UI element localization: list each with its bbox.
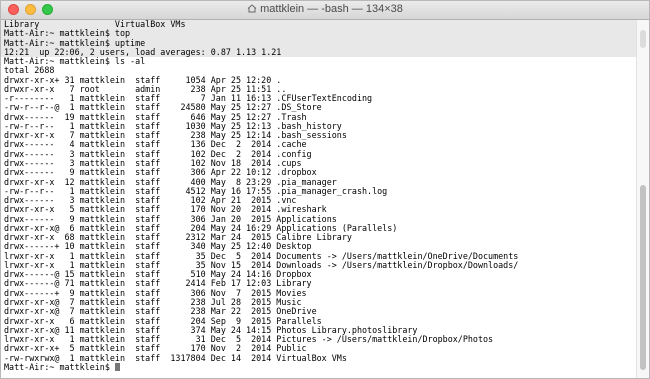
prompt-line[interactable]: Matt-Air:~ mattklein$	[1, 361, 639, 372]
terminal-output[interactable]: Library VirtualBox VMs Matt-Air:~ mattkl…	[1, 19, 639, 378]
window-title-container: mattklein — -bash — 134×38	[1, 3, 649, 16]
terminal-window: mattklein — -bash — 134×38 Library Virtu…	[0, 0, 650, 379]
window-title: mattklein — -bash — 134×38	[260, 3, 403, 15]
scrollbar-thumb[interactable]	[640, 185, 646, 370]
home-icon	[247, 4, 257, 16]
vertical-scrollbar[interactable]	[636, 20, 649, 378]
scrollbar-track-marker	[640, 30, 646, 48]
terminal-line: Matt-Air:~ mattklein$ ls -al	[4, 56, 146, 67]
text-cursor	[114, 362, 120, 371]
prompt-text: Matt-Air:~ mattklein$	[4, 361, 115, 372]
title-bar[interactable]: mattklein — -bash — 134×38	[1, 1, 649, 20]
